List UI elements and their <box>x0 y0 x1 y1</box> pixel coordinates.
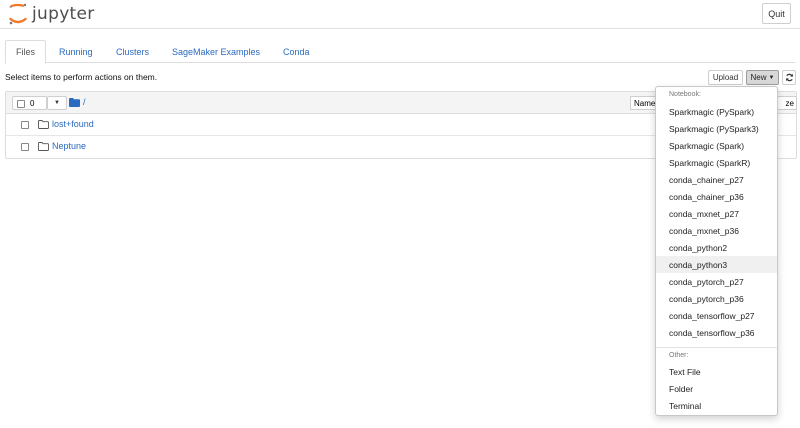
upload-button[interactable]: Upload <box>708 70 743 85</box>
folder-outline-icon <box>38 142 49 151</box>
breadcrumb[interactable]: / <box>69 97 86 107</box>
menu-item-kernel-hovered[interactable]: conda_python3 <box>656 256 777 273</box>
select-all-checkbox[interactable] <box>17 100 25 108</box>
item-name-link[interactable]: lost+found <box>52 119 94 129</box>
tab-conda[interactable]: Conda <box>273 40 320 63</box>
logo-text: jupyter <box>32 4 95 24</box>
menu-item-folder[interactable]: Folder <box>656 380 777 397</box>
tab-sagemaker-examples[interactable]: SageMaker Examples <box>162 40 270 63</box>
menu-item-kernel[interactable]: Sparkmagic (SparkR) <box>656 154 777 171</box>
refresh-button[interactable] <box>782 70 796 85</box>
selected-count: 0 <box>30 99 35 108</box>
folder-outline-icon <box>38 120 49 129</box>
tab-running[interactable]: Running <box>49 40 103 63</box>
tab-clusters[interactable]: Clusters <box>106 40 159 63</box>
menu-item-kernel[interactable]: Sparkmagic (PySpark3) <box>656 120 777 137</box>
jupyter-logo-icon <box>8 3 28 25</box>
menu-item-kernel[interactable]: conda_pytorch_p27 <box>656 273 777 290</box>
menu-divider <box>656 347 777 348</box>
new-dropdown-menu: Notebook: Sparkmagic (PySpark) Sparkmagi… <box>655 86 778 416</box>
breadcrumb-root[interactable]: / <box>83 97 86 107</box>
menu-item-kernel[interactable]: Sparkmagic (PySpark) <box>656 103 777 120</box>
menu-item-kernel[interactable]: conda_tensorflow_p27 <box>656 307 777 324</box>
caret-down-icon: ▼ <box>768 74 775 81</box>
new-button-label: New <box>750 73 767 82</box>
item-checkbox[interactable] <box>21 121 29 129</box>
notebook-section-header: Notebook: <box>669 91 701 98</box>
new-button[interactable]: New ▼ <box>746 70 779 85</box>
select-all-button[interactable]: 0 <box>12 96 47 110</box>
item-checkbox[interactable] <box>21 143 29 151</box>
menu-item-kernel[interactable]: conda_mxnet_p36 <box>656 222 777 239</box>
jupyter-logo[interactable]: jupyter <box>8 3 95 25</box>
folder-icon <box>69 97 80 107</box>
menu-item-text-file[interactable]: Text File <box>656 363 777 380</box>
tab-files[interactable]: Files <box>5 40 47 64</box>
menu-item-kernel[interactable]: conda_mxnet_p27 <box>656 205 777 222</box>
tab-bar: Files Running Clusters SageMaker Example… <box>5 40 795 64</box>
menu-item-terminal[interactable]: Terminal <box>656 397 777 414</box>
refresh-icon <box>785 73 793 82</box>
app-header: jupyter Quit <box>0 0 800 29</box>
caret-down-icon: ▼ <box>54 100 60 106</box>
select-menu-dropdown[interactable]: ▼ <box>47 96 67 110</box>
menu-item-kernel[interactable]: conda_chainer_p27 <box>656 171 777 188</box>
other-section-header: Other: <box>669 352 689 359</box>
item-name-link[interactable]: Neptune <box>52 141 86 151</box>
menu-item-kernel[interactable]: conda_python2 <box>656 239 777 256</box>
quit-button[interactable]: Quit <box>762 3 791 24</box>
instruction-text: Select items to perform actions on them. <box>5 72 158 82</box>
menu-item-kernel[interactable]: conda_tensorflow_p36 <box>656 324 777 341</box>
menu-item-kernel[interactable]: Sparkmagic (Spark) <box>656 137 777 154</box>
sort-by-size-button[interactable]: ze <box>776 96 797 110</box>
menu-item-kernel[interactable]: conda_pytorch_p36 <box>656 290 777 307</box>
menu-item-kernel[interactable]: conda_chainer_p36 <box>656 188 777 205</box>
